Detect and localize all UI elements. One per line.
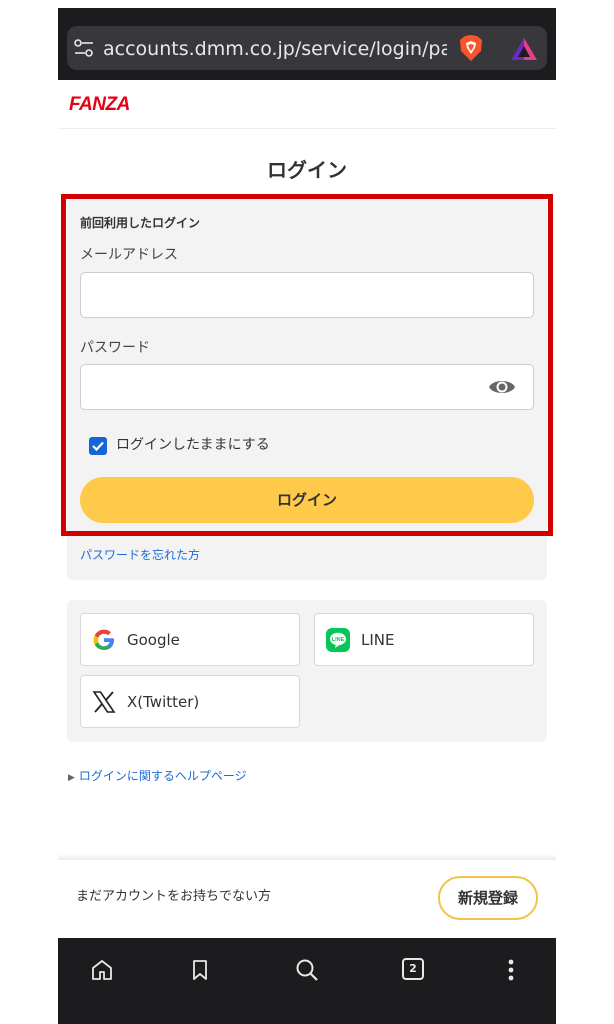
line-label: LINE — [361, 631, 395, 649]
x-login-button[interactable]: X(Twitter) — [80, 675, 300, 728]
svg-text:LINE: LINE — [332, 637, 345, 643]
search-button[interactable] — [287, 950, 327, 990]
home-icon — [92, 960, 112, 980]
email-label: メールアドレス — [80, 247, 178, 263]
brave-rewards-icon[interactable] — [510, 36, 538, 62]
tabs-button[interactable]: 2 — [394, 950, 434, 990]
more-vert-icon — [508, 959, 514, 981]
home-button[interactable] — [82, 950, 122, 990]
left-margin — [0, 0, 58, 1024]
header-divider — [58, 128, 556, 129]
bookmark-icon — [193, 960, 207, 980]
bookmarks-button[interactable] — [180, 950, 220, 990]
email-field[interactable] — [80, 272, 534, 318]
x-label: X(Twitter) — [127, 693, 200, 711]
browser-toolbar: accounts.dmm.co.jp/service/login/passwor… — [58, 8, 556, 80]
show-password-icon[interactable] — [488, 376, 516, 398]
browser-nav-bar: 2 — [58, 938, 556, 1024]
tab-count-icon: 2 — [402, 958, 424, 980]
checkmark-icon — [92, 441, 104, 452]
register-button[interactable]: 新規登録 — [438, 876, 538, 920]
page-title: ログイン — [267, 158, 347, 182]
google-label: Google — [127, 631, 180, 649]
fanza-logo[interactable]: FANZA — [69, 94, 130, 116]
keep-logged-in-checkbox[interactable] — [89, 437, 107, 455]
browser-viewport: accounts.dmm.co.jp/service/login/passwor… — [58, 8, 556, 1024]
url-text[interactable]: accounts.dmm.co.jp/service/login/passwor… — [103, 37, 447, 61]
google-login-button[interactable]: Google — [80, 613, 300, 666]
right-margin — [556, 0, 614, 1024]
google-icon — [93, 629, 114, 650]
forgot-password-link[interactable]: パスワードを忘れた方 — [80, 547, 200, 563]
login-button[interactable]: ログイン — [80, 477, 534, 523]
brave-shields-icon[interactable] — [458, 34, 484, 62]
password-label: パスワード — [80, 340, 150, 356]
previous-login-label: 前回利用したログイン — [80, 216, 201, 230]
login-help-label: ログインに関するヘルプページ — [78, 769, 247, 783]
menu-button[interactable] — [491, 950, 531, 990]
keep-logged-in-label[interactable]: ログインしたままにする — [116, 435, 270, 455]
login-help-link[interactable]: ▶ ログインに関するヘルプページ — [68, 768, 247, 786]
site-settings-icon[interactable] — [73, 38, 95, 58]
line-login-button[interactable]: LINE LINE — [314, 613, 534, 666]
line-icon: LINE — [326, 628, 350, 652]
address-bar[interactable]: accounts.dmm.co.jp/service/login/passwor… — [67, 26, 547, 70]
no-account-text: まだアカウントをお持ちでない方 — [76, 889, 272, 904]
x-icon — [92, 691, 116, 713]
password-field[interactable] — [80, 364, 534, 410]
search-icon — [296, 959, 318, 981]
triangle-right-icon: ▶ — [68, 773, 75, 783]
